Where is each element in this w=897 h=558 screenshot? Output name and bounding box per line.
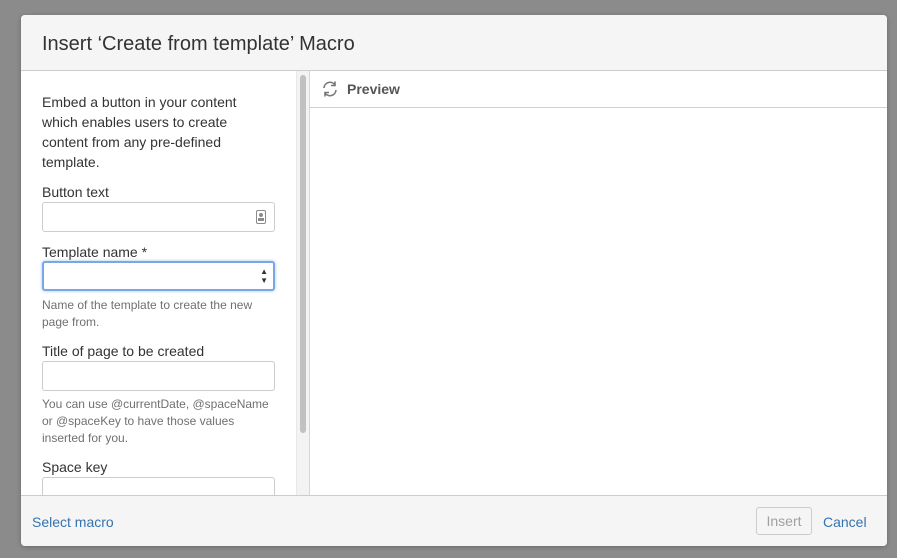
button-text-label: Button text xyxy=(42,184,109,200)
dialog-title: Insert ‘Create from template’ Macro xyxy=(42,33,355,55)
contact-card-icon[interactable] xyxy=(256,210,266,224)
template-name-description: Name of the template to create the new p… xyxy=(42,298,253,329)
scrollbar-thumb[interactable] xyxy=(300,75,306,433)
refresh-icon[interactable] xyxy=(321,80,339,103)
macro-description: Embed a button in your content which ena… xyxy=(42,94,237,170)
cancel-link[interactable]: Cancel xyxy=(823,514,867,530)
parameters-scrollbar[interactable] xyxy=(296,71,310,495)
select-macro-link[interactable]: Select macro xyxy=(32,514,114,530)
select-arrows-icon: ▲ ▼ xyxy=(260,267,268,285)
dialog-footer: Select macro Insert Cancel xyxy=(21,495,887,546)
page-title-description: You can use @currentDate, @spaceName or … xyxy=(42,397,269,445)
space-key-input[interactable] xyxy=(42,477,275,495)
page-title-input[interactable] xyxy=(42,361,275,391)
template-name-label: Template name * xyxy=(42,244,148,260)
preview-label: Preview xyxy=(347,81,400,97)
macro-parameters-panel: Embed a button in your content which ena… xyxy=(21,71,296,495)
button-text-input[interactable] xyxy=(42,202,275,232)
macro-dialog: Insert ‘Create from template’ Macro Embe… xyxy=(21,15,887,546)
dialog-header: Insert ‘Create from template’ Macro xyxy=(21,15,887,71)
page-title-label: Title of page to be created xyxy=(42,343,205,359)
preview-panel: Preview xyxy=(310,71,887,495)
space-key-label: Space key xyxy=(42,459,108,475)
template-name-select[interactable]: ▲ ▼ xyxy=(42,261,275,291)
preview-toolbar: Preview xyxy=(310,71,887,108)
insert-button[interactable]: Insert xyxy=(756,507,812,535)
